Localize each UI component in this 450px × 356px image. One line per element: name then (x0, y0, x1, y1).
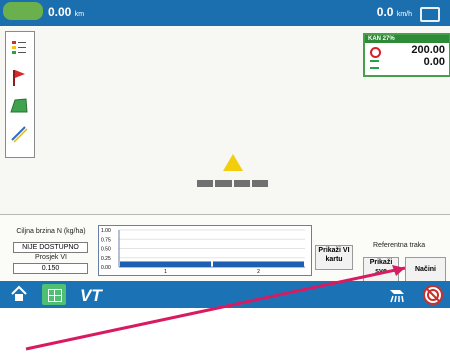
grid-icon-shape (48, 289, 62, 302)
show-vi-map-button[interactable]: Prikaži VI kartu (315, 245, 353, 270)
grid-icon[interactable] (42, 284, 66, 305)
flag-icon[interactable] (9, 68, 29, 88)
chart-bar (120, 261, 211, 267)
product-label: KAN 27% (365, 35, 449, 43)
sprayer-icon[interactable] (388, 286, 408, 304)
target-rate-status: NIJE DOSTUPNO (13, 242, 88, 253)
chart-y-tick: 0.00 (101, 265, 111, 271)
top-status-bar: 0.00 km 0.0 km/h (0, 0, 450, 26)
bottom-taskbar: VT (0, 281, 450, 308)
actual-rate-value: 0.00 (423, 56, 445, 68)
boom-sections (197, 180, 268, 187)
boom-section (233, 180, 250, 187)
vi-chart-svg: 1.00 0.75 0.50 0.25 0.00 1 2 (101, 228, 305, 275)
reference-strip-title: Referentna traka (373, 242, 426, 249)
chart-y-tick: 0.25 (101, 256, 111, 262)
guidance-line-icon[interactable] (9, 124, 29, 144)
application-panel: Ciljna brzina N (kg/ha) NIJE DOSTUPNO Pr… (0, 214, 450, 282)
map-toolbar (5, 31, 35, 158)
chart-y-tick: 0.75 (101, 237, 111, 243)
modes-button[interactable]: Načini (405, 257, 446, 282)
speed-readout: 0.0 km/h (377, 5, 412, 19)
legend-icon[interactable] (9, 38, 29, 58)
chart-y-tick: 1.00 (101, 228, 111, 234)
boom-section (251, 180, 268, 187)
target-rate-value: 200.00 (411, 44, 445, 56)
steering-stop-icon[interactable] (422, 284, 444, 306)
vi-average-title: Prosjek VI (35, 254, 67, 261)
speed-value: 0.0 (376, 5, 394, 19)
target-rate-title: Ciljna brzina N (kg/ha) (16, 228, 86, 235)
chart-y-tick: 0.50 (101, 247, 111, 253)
brand-logo (3, 2, 43, 20)
distance-readout: 0.00 km (48, 5, 84, 19)
home-icon[interactable] (10, 285, 28, 303)
chart-x-tick: 2 (257, 269, 260, 275)
vi-average-value: 0.150 (13, 263, 88, 274)
vehicle-position-icon (223, 154, 243, 171)
show-all-button[interactable]: Prikaži sve (363, 257, 399, 282)
chart-x-tick: 1 (164, 269, 167, 275)
rate-panel[interactable]: KAN 27% 200.00 0.00 (363, 33, 450, 77)
speed-unit: km/h (396, 11, 412, 18)
display-screen: 0.00 km 0.0 km/h KAN 27% 200.00 0.00 Cil… (0, 0, 450, 308)
actual-rate-icon (370, 60, 379, 69)
field-boundary-icon[interactable] (9, 96, 29, 116)
chart-bar (213, 261, 304, 267)
distance-value: 0.00 (48, 5, 72, 19)
monitor-icon[interactable] (420, 7, 440, 22)
vi-chart: 1.00 0.75 0.50 0.25 0.00 1 2 (98, 225, 312, 276)
vt-icon[interactable]: VT (80, 286, 102, 306)
target-rate-icon (370, 47, 381, 58)
boom-section (215, 180, 232, 187)
distance-unit: km (74, 11, 85, 18)
boom-section (197, 180, 214, 187)
